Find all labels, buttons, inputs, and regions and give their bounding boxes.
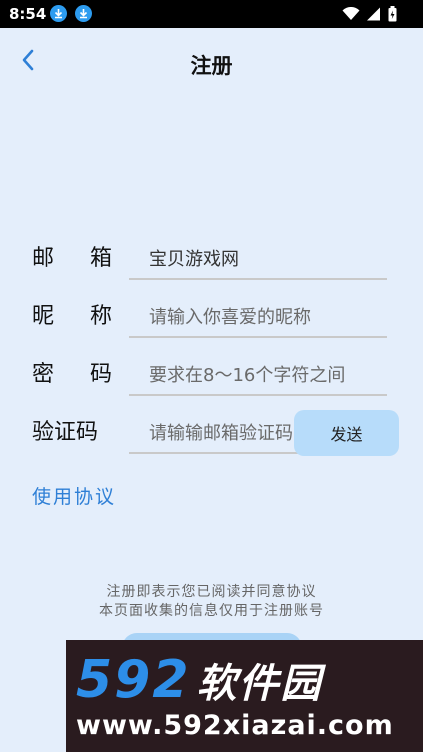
watermark-digits: 592 <box>76 650 191 710</box>
code-label: 验证码 <box>32 420 99 445</box>
send-code-button[interactable]: 发送 <box>294 410 399 456</box>
header: 注册 <box>0 28 423 98</box>
agreement-link[interactable]: 使用协议 <box>32 482 116 509</box>
password-row: 密 码 要求在8～16个字符之间 <box>0 356 423 414</box>
signal-icon <box>367 7 380 21</box>
status-time: 8:54 <box>9 5 47 23</box>
download-icon <box>50 5 67 22</box>
email-label-char: 邮 <box>32 246 55 271</box>
nickname-label: 昵 称 <box>32 298 112 330</box>
nickname-row: 昵 称 请输入你喜爱的昵称 <box>0 298 423 356</box>
page-title: 注册 <box>190 54 233 78</box>
watermark-brand: 软件园 <box>196 661 323 707</box>
notice-line-2: 本页面收集的信息仅用于注册账号 <box>99 603 324 619</box>
password-input[interactable]: 要求在8～16个字符之间 <box>129 356 387 396</box>
download-icon <box>75 5 92 22</box>
code-row: 验证码 请输输邮箱验证码 发送 <box>0 410 423 472</box>
status-bar: 8:54 <box>0 0 423 28</box>
watermark-url: www.592xiazai.com <box>76 710 394 741</box>
watermark-logo: 592 软件园 <box>76 650 323 710</box>
notice-line-1: 注册即表示您已阅读并同意协议 <box>106 584 317 600</box>
nickname-input[interactable]: 请输入你喜爱的昵称 <box>129 298 387 338</box>
password-label: 密 码 <box>32 356 112 388</box>
watermark: 592 软件园 www.592xiazai.com <box>66 640 423 752</box>
email-row: 邮 箱 宝贝游戏网 <box>0 240 423 298</box>
battery-icon <box>388 6 397 22</box>
email-label: 邮 箱 <box>32 240 112 272</box>
nickname-label-char: 昵 <box>32 304 55 329</box>
status-icons <box>342 6 397 22</box>
email-field[interactable]: 宝贝游戏网 <box>129 240 387 280</box>
password-label-char: 密 <box>32 362 55 387</box>
password-label-char: 码 <box>89 362 112 387</box>
wifi-icon <box>342 7 360 20</box>
email-label-char: 箱 <box>89 246 112 271</box>
nickname-label-char: 称 <box>89 304 112 329</box>
